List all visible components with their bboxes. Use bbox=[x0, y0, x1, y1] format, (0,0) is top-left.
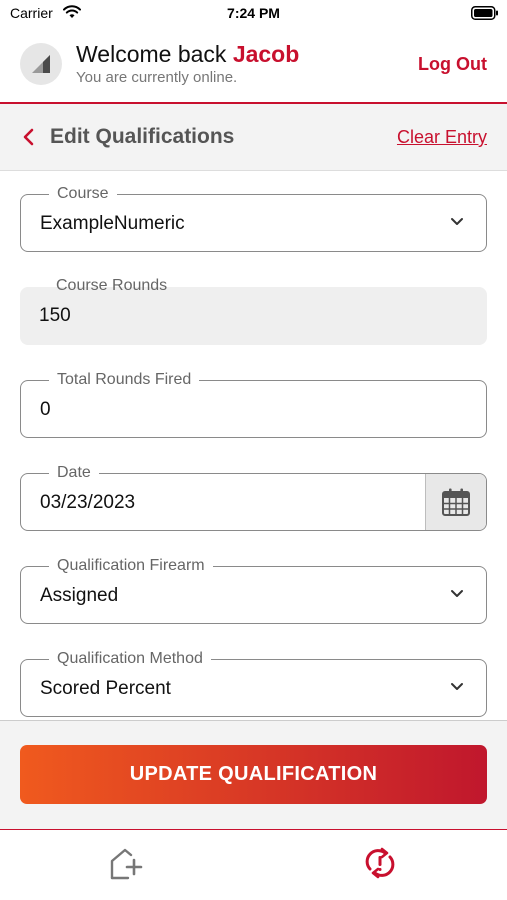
battery-icon bbox=[471, 6, 498, 20]
update-qualification-button[interactable]: UPDATE QUALIFICATION bbox=[20, 745, 487, 804]
course-value: ExampleNumeric bbox=[40, 213, 185, 234]
chevron-down-icon bbox=[451, 590, 463, 597]
online-status: You are currently online. bbox=[76, 69, 238, 86]
status-bar: Carrier 7:24 PM bbox=[0, 0, 507, 26]
logout-button[interactable]: Log Out bbox=[418, 54, 487, 75]
qualification-method-select[interactable]: Qualification Method Scored Percent bbox=[20, 649, 487, 717]
qualification-firearm-select[interactable]: Qualification Firearm Assigned bbox=[20, 556, 487, 624]
welcome-message: Welcome back Jacob bbox=[76, 41, 299, 68]
date-label: Date bbox=[49, 463, 99, 483]
course-rounds-value: 150 bbox=[39, 305, 71, 326]
chevron-left-icon[interactable] bbox=[22, 128, 34, 146]
page-title: Edit Qualifications bbox=[50, 125, 235, 148]
date-input[interactable]: Date 03/23/2023 bbox=[20, 463, 487, 531]
chevron-down-icon bbox=[451, 218, 463, 225]
home-add-icon[interactable] bbox=[108, 846, 144, 880]
signal-triangle-icon bbox=[32, 55, 50, 73]
action-panel: UPDATE QUALIFICATION bbox=[0, 720, 507, 831]
avatar bbox=[20, 43, 62, 85]
calendar-icon bbox=[442, 488, 470, 516]
course-rounds-label: Course Rounds bbox=[48, 276, 176, 296]
qualification-firearm-label: Qualification Firearm bbox=[49, 556, 213, 576]
app-header: Welcome back Jacob You are currently onl… bbox=[0, 26, 507, 104]
clear-entry-link[interactable]: Clear Entry bbox=[397, 127, 487, 148]
calendar-button[interactable] bbox=[425, 474, 486, 530]
status-time: 7:24 PM bbox=[227, 5, 280, 21]
course-select[interactable]: Course ExampleNumeric bbox=[20, 184, 487, 252]
total-rounds-fired-value: 0 bbox=[40, 399, 51, 420]
qualification-method-value: Scored Percent bbox=[40, 678, 171, 699]
sync-alert-icon[interactable] bbox=[362, 846, 398, 880]
qualification-method-label: Qualification Method bbox=[49, 649, 211, 669]
qualification-form: Course ExampleNumeric Course Rounds 150 … bbox=[0, 171, 507, 719]
course-rounds-field: Course Rounds 150 bbox=[20, 276, 487, 345]
welcome-prefix: Welcome back bbox=[76, 41, 227, 67]
date-value: 03/23/2023 bbox=[40, 492, 136, 513]
total-rounds-fired-label: Total Rounds Fired bbox=[49, 370, 200, 390]
qualification-firearm-value: Assigned bbox=[40, 585, 119, 606]
chevron-down-icon bbox=[451, 683, 463, 690]
total-rounds-fired-input[interactable]: Total Rounds Fired 0 bbox=[20, 370, 487, 438]
page-toolbar: Edit Qualifications Clear Entry bbox=[0, 104, 507, 171]
bottom-tab-bar bbox=[0, 830, 507, 900]
course-label: Course bbox=[49, 184, 117, 204]
user-name: Jacob bbox=[232, 41, 300, 67]
